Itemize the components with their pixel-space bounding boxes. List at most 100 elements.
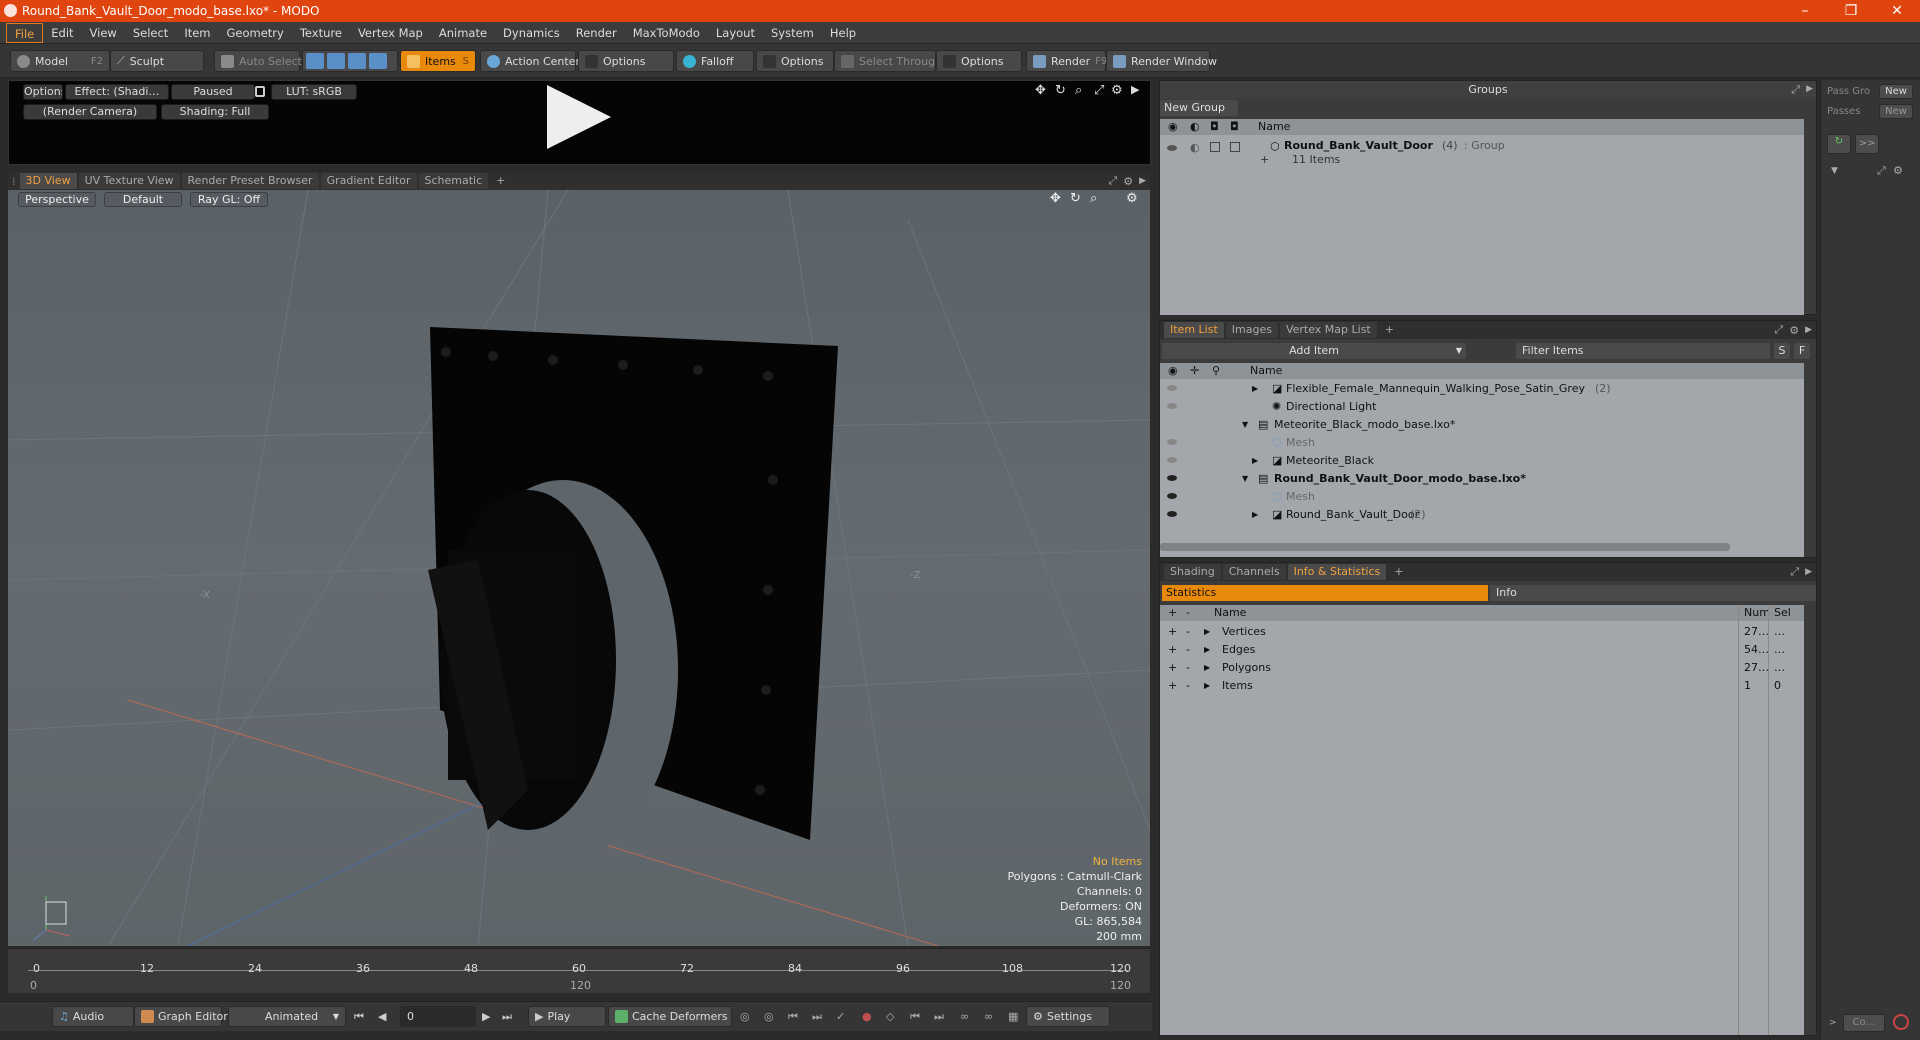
horizontal-scrollbar[interactable] — [1160, 543, 1730, 551]
preview-options-button[interactable]: Options — [23, 84, 63, 100]
tab-3d-view[interactable]: 3D View — [19, 173, 77, 189]
tab-item-list[interactable]: Item List — [1164, 322, 1224, 338]
shading-style-dropdown[interactable]: Default — [104, 192, 182, 207]
minimize-button[interactable]: – — [1782, 0, 1828, 22]
group-row[interactable]: ◐ ⬡ Round_Bank_Vault_Door (4) : Group + … — [1160, 137, 1804, 167]
next-key-icon[interactable]: ⏭ — [934, 1010, 944, 1024]
add-tab-button[interactable]: + — [1379, 322, 1400, 338]
menu-item[interactable]: Item — [176, 23, 218, 43]
add-icon[interactable]: + — [1168, 623, 1177, 640]
link-icon[interactable]: ∞ — [960, 1010, 969, 1023]
maximize-panel-icon[interactable]: ⤢ — [1108, 174, 1117, 188]
add-icon[interactable]: + — [1168, 659, 1177, 676]
auto-key-icon[interactable]: ✓ — [836, 1010, 845, 1023]
edges-mode-icon[interactable] — [327, 53, 345, 69]
panel-menu-icon[interactable]: ▶ — [1805, 567, 1812, 577]
next-key-icon[interactable]: ⏭ — [812, 1010, 822, 1024]
menu-animate[interactable]: Animate — [431, 23, 495, 43]
add-icon[interactable]: + — [1168, 641, 1177, 658]
new-group-button[interactable]: New Group — [1160, 100, 1238, 116]
preview-lut-dropdown[interactable]: LUT: sRGB — [271, 84, 357, 100]
menu-dynamics[interactable]: Dynamics — [495, 23, 568, 43]
select-checkbox[interactable] — [1230, 142, 1240, 152]
menu-file[interactable]: File — [6, 22, 44, 43]
tab-vertex-map-list[interactable]: Vertex Map List — [1279, 322, 1377, 338]
perspective-dropdown[interactable]: Perspective — [18, 192, 96, 207]
list-item[interactable]: ✺ Directional Light — [1160, 398, 1804, 415]
expand-arrow-icon[interactable]: ▶ — [1204, 641, 1210, 658]
lock-checkbox[interactable] — [1210, 142, 1220, 152]
menu-render[interactable]: Render — [568, 23, 625, 43]
gear-icon[interactable]: ⚙ — [1123, 175, 1133, 188]
expand-arrow-icon[interactable]: ▶ — [1204, 677, 1210, 694]
groups-list[interactable]: ◉ ◐ ◘ ◘ Name ◐ ⬡ Round_Bank_Vault_Door (… — [1160, 119, 1804, 315]
frame-input[interactable]: 0 — [400, 1006, 476, 1027]
info-subtab[interactable]: Info — [1490, 585, 1816, 601]
materials-mode-icon[interactable] — [369, 53, 387, 69]
collapse-arrow-icon[interactable]: ▼ — [1242, 470, 1248, 487]
play-arrow-icon[interactable]: ▶ — [1131, 83, 1139, 96]
cache-deformers-button[interactable]: Cache Deformers — [608, 1006, 732, 1027]
go-to-start-icon[interactable]: ⏮ — [354, 1010, 364, 1024]
raygl-dropdown[interactable]: Ray GL: Off — [190, 192, 268, 207]
eye-icon[interactable] — [1167, 403, 1177, 409]
graph-editor-button[interactable]: Graph Editor — [134, 1006, 228, 1027]
remove-icon[interactable]: - — [1186, 623, 1190, 640]
audio-button[interactable]: ♫ Audio — [52, 1006, 134, 1027]
select-through-options-button[interactable]: Options — [936, 50, 1022, 72]
select-through-button[interactable]: Select Through — [834, 50, 942, 72]
step-back-icon[interactable]: ◀ — [378, 1010, 386, 1023]
menu-edit[interactable]: Edit — [43, 23, 81, 43]
move-view-icon[interactable]: ✥ — [1035, 83, 1046, 98]
chevron-down-icon[interactable]: ▼ — [1831, 166, 1838, 176]
auto-select-button[interactable]: Auto Select — [214, 50, 302, 72]
maximize-panel-icon[interactable]: ⤢ — [1790, 565, 1799, 579]
preview-camera-dropdown[interactable]: (Render Camera) — [23, 104, 157, 120]
tab-shading[interactable]: Shading — [1164, 564, 1221, 580]
list-item[interactable]: ▶ ◪ Flexible_Female_Mannequin_Walking_Po… — [1160, 380, 1804, 397]
menu-layout[interactable]: Layout — [708, 23, 763, 43]
list-item[interactable]: ⬡ Mesh — [1160, 488, 1804, 505]
eye-icon[interactable] — [1167, 493, 1177, 499]
rotate-view-icon[interactable]: ↻ — [1070, 191, 1081, 206]
gear-icon[interactable]: ⚙ — [1126, 191, 1138, 206]
table-row[interactable]: + - ▶ Vertices 27… … — [1160, 623, 1804, 640]
falloff-options-button[interactable]: Options — [756, 50, 834, 72]
menu-maxtomodo[interactable]: MaxToModo — [625, 23, 708, 43]
tab-render-preset-browser[interactable]: Render Preset Browser — [181, 173, 319, 189]
table-row[interactable]: + - ▶ Items 1 0 — [1160, 677, 1804, 694]
gear-icon[interactable]: ⚙ — [1789, 324, 1799, 337]
zoom-view-icon[interactable]: ⌕ — [1075, 83, 1082, 98]
refresh-icon[interactable]: ↻ — [1827, 134, 1851, 154]
tab-schematic[interactable]: Schematic — [418, 173, 489, 189]
menu-system[interactable]: System — [763, 23, 822, 43]
polygons-mode-icon[interactable] — [348, 53, 366, 69]
menu-view[interactable]: View — [82, 23, 125, 43]
table-row[interactable]: + - ▶ Polygons 27… … — [1160, 659, 1804, 676]
grid-icon[interactable]: ▦ — [1008, 1010, 1018, 1023]
remove-icon[interactable]: - — [1186, 659, 1190, 676]
collapse-arrow-icon[interactable]: ▼ — [1242, 416, 1248, 433]
animated-dropdown[interactable]: Animated ▼ — [228, 1006, 346, 1027]
maximize-view-icon[interactable]: ⤢ — [1094, 83, 1104, 98]
statistics-list[interactable]: + - Name Num Sel + - ▶ Vertices 27… … + … — [1160, 605, 1804, 1035]
eye-icon[interactable] — [1167, 145, 1177, 151]
prev-key-icon[interactable]: ⏮ — [910, 1010, 920, 1024]
eye-icon[interactable] — [1167, 511, 1177, 517]
menu-geometry[interactable]: Geometry — [219, 23, 292, 43]
action-center-options-button[interactable]: Options — [578, 50, 674, 72]
remove-icon[interactable]: - — [1186, 641, 1190, 658]
prev-key-icon[interactable]: ⏮ — [788, 1010, 798, 1024]
preview-shading-dropdown[interactable]: Shading: Full — [161, 104, 269, 120]
settings-button[interactable]: ⚙ Settings — [1026, 1006, 1110, 1027]
statistics-subtab[interactable]: Statistics — [1162, 585, 1488, 601]
3d-viewport[interactable]: Perspective Default Ray GL: Off ✥ ↻ ⌕ ⚙ … — [8, 190, 1150, 946]
vertices-mode-icon[interactable] — [306, 53, 324, 69]
co-button[interactable]: Co… — [1843, 1014, 1885, 1032]
panel-menu-icon[interactable]: ▶ — [1805, 325, 1812, 335]
expand-arrow-icon[interactable]: ▶ — [1204, 623, 1210, 640]
render-toggle-icon[interactable]: ◐ — [1190, 141, 1200, 154]
eye-icon[interactable] — [1167, 457, 1177, 463]
list-item[interactable]: ▼ ▤ Round_Bank_Vault_Door_modo_base.lxo* — [1160, 470, 1804, 487]
expand-arrow-icon[interactable]: ▶ — [1252, 506, 1258, 523]
